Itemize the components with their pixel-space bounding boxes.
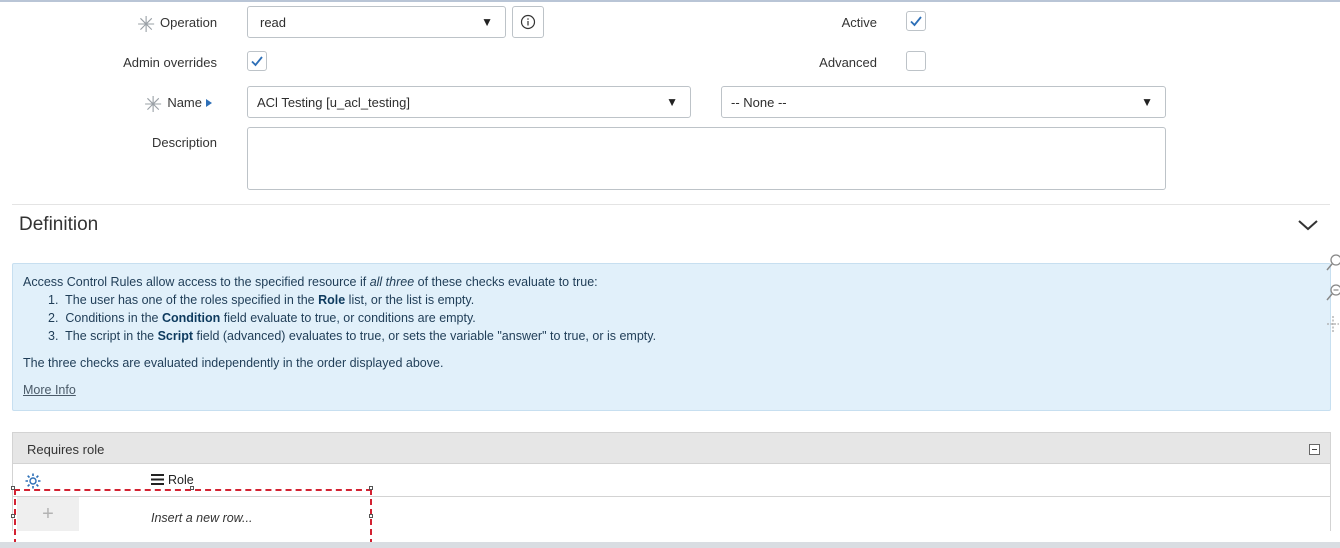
list-menu-icon[interactable] [151,474,164,485]
collapse-list-icon[interactable] [1309,444,1320,455]
info-icon [520,14,536,30]
definition-item-1: 1. The user has one of the roles specifi… [48,293,475,307]
definition-item-2: 2. Conditions in the Condition field eva… [48,311,476,325]
top-border [0,0,1340,2]
resize-handle[interactable] [190,486,194,490]
advanced-checkbox[interactable] [906,51,926,71]
resize-handle[interactable] [369,514,373,518]
resize-handle[interactable] [369,486,373,490]
resize-handle[interactable] [11,514,15,518]
resize-handle[interactable] [11,486,15,490]
dropdown-arrow-icon: ▼ [666,95,678,109]
role-column-header[interactable]: Role [168,473,194,487]
definition-intro: Access Control Rules allow access to the… [23,275,598,289]
definition-info-box: Access Control Rules allow access to the… [12,263,1331,411]
active-label: Active [841,15,877,30]
table-name-value: ACl Testing [u_acl_testing] [257,94,410,110]
description-textarea[interactable] [247,127,1166,190]
chevron-down-icon[interactable] [1297,218,1319,232]
dropdown-arrow-icon: ▼ [481,15,493,29]
reference-arrow-icon[interactable] [205,98,213,108]
advanced-label: Advanced [819,55,877,70]
move-icon[interactable] [1326,314,1340,334]
requires-role-header: Requires role [12,432,1331,464]
more-info-link[interactable]: More Info [23,383,76,397]
section-divider [12,204,1330,205]
field-name-value: -- None -- [731,94,787,110]
operation-select[interactable]: read ▼ [247,6,506,38]
zoom-out-icon[interactable] [1326,282,1340,304]
zoom-in-icon[interactable] [1326,252,1340,274]
checkmark-icon [910,16,922,27]
definition-item-3: 3. The script in the Script field (advan… [48,329,657,343]
gear-icon[interactable] [24,472,42,490]
info-button[interactable] [512,6,544,38]
description-label: Description [151,135,217,150]
admin-overrides-label: Admin overrides [123,55,217,70]
active-checkbox[interactable] [906,11,926,31]
field-name-select[interactable]: -- None -- ▼ [721,86,1166,118]
operation-value: read [260,14,287,30]
definition-footer: The three checks are evaluated independe… [23,356,444,370]
table-name-select[interactable]: ACl Testing [u_acl_testing] ▼ [247,86,691,118]
name-label: Name [167,95,202,110]
checkmark-icon [251,56,263,67]
definition-title: Definition [19,214,99,235]
dropdown-arrow-icon: ▼ [1141,95,1153,109]
requires-role-title: Requires role [27,442,105,457]
operation-label: Operation [160,15,218,30]
admin-overrides-checkbox[interactable] [247,51,267,71]
horizontal-scrollbar[interactable] [0,542,1340,548]
required-asterisk-icon: ✳ [137,12,156,37]
selection-highlight [14,489,372,545]
